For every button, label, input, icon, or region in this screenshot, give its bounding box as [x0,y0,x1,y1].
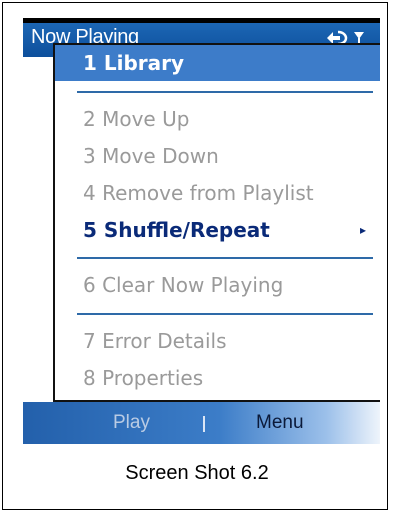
menu-item-library[interactable]: 1 Library [55,45,380,81]
menu-item-label: 1 Library [83,51,185,75]
menu-softkey[interactable]: Menu [256,402,304,444]
menu-separator [77,257,373,259]
menu-item-label: 2 Move Up [83,107,190,131]
signal-icon [354,31,364,39]
menu-separator [77,91,373,93]
menu-item-move-up[interactable]: 2 Move Up [55,101,380,137]
softkey-divider [203,416,205,432]
menu-item-label: 7 Error Details [83,329,227,353]
menu-item-clear-now-playing[interactable]: 6 Clear Now Playing [55,267,380,303]
context-menu: 1 Library 2 Move Up 3 Move Down 4 Remove… [53,43,380,402]
menu-item-label: 3 Move Down [83,144,219,168]
menu-item-label: 8 Properties [83,366,204,390]
menu-item-label: 6 Clear Now Playing [83,273,284,297]
menu-item-remove-from-playlist[interactable]: 4 Remove from Playlist [55,175,380,211]
phone-screen: Now Playing 1 Library 2 Move Up 3 Move D… [23,18,380,444]
menu-item-shuffle-repeat[interactable]: 5 Shuffle/Repeat ▸ [55,212,380,248]
background-list-edge [23,57,53,402]
menu-item-properties[interactable]: 8 Properties [55,360,380,396]
play-softkey[interactable]: Play [113,402,150,444]
figure-caption: Screen Shot 6.2 [125,462,269,484]
menu-item-error-details[interactable]: 7 Error Details [55,323,380,359]
menu-item-move-down[interactable]: 3 Move Down [55,138,380,174]
menu-separator [77,313,373,315]
menu-item-label: 4 Remove from Playlist [83,181,314,205]
softkey-bar: Play Menu [23,402,380,444]
menu-item-label: 5 Shuffle/Repeat [83,218,270,242]
submenu-arrow-icon: ▸ [359,223,366,237]
